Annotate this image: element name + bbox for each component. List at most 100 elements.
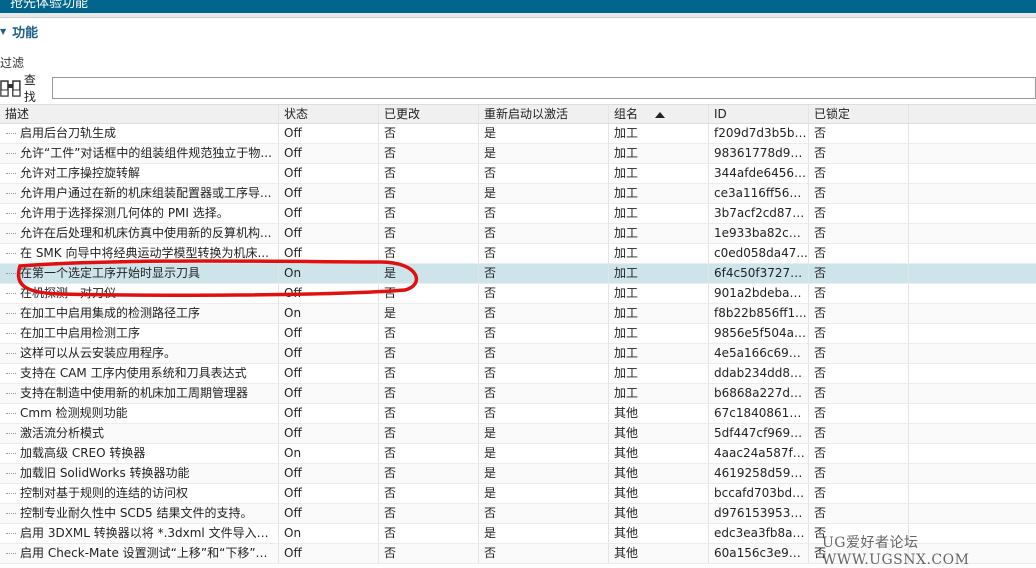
cell-locked: 否 bbox=[809, 344, 909, 363]
section-header-features[interactable]: ▼ 功能 bbox=[0, 22, 38, 41]
cell-text: 激活流分析模式 bbox=[20, 426, 105, 440]
table-row[interactable]: 在加工中启用检测工序 Off 否 否 加工 9856e5f504a5... 否 bbox=[0, 324, 1036, 344]
table-row[interactable]: 在第一个选定工序开始时显示刀具 On 是 否 加工 6f4c50f3727d... 否 bbox=[0, 264, 1036, 284]
cell-text: 加工 bbox=[614, 306, 639, 320]
cell-group: 其他 bbox=[609, 424, 709, 443]
table-row[interactable]: 加载旧 SolidWorks 转换器功能 Off 否 是 其他 4619258d59c..… bbox=[0, 464, 1036, 484]
cell-restart: 否 bbox=[479, 404, 609, 423]
column-header-changed[interactable]: 已更改 bbox=[379, 105, 479, 123]
cell-id: 4619258d59c... bbox=[709, 464, 809, 483]
cell-group: 加工 bbox=[609, 364, 709, 383]
cell-restart: 是 bbox=[479, 444, 609, 463]
table-row[interactable]: 支持在 CAM 工序内使用系统和刀具表达式 Off 否 否 加工 ddab234dd80.… bbox=[0, 364, 1036, 384]
cell-text: ddab234dd80... bbox=[714, 366, 809, 380]
tree-connector bbox=[6, 513, 16, 514]
column-header-group[interactable]: 组名 bbox=[609, 105, 709, 123]
cell-restart: 否 bbox=[479, 164, 609, 183]
cell-text: Off bbox=[284, 146, 302, 160]
cell-text: Off bbox=[284, 506, 302, 520]
cell-locked: 否 bbox=[809, 484, 909, 503]
cell-empty bbox=[909, 264, 1036, 283]
cell-restart: 否 bbox=[479, 344, 609, 363]
cell-changed: 否 bbox=[379, 144, 479, 163]
cell-text: 加工 bbox=[614, 246, 639, 260]
cell-text: 这样可以从云安装应用程序。 bbox=[20, 346, 177, 360]
cell-text: 允许用于选择探测几何体的 PMI 选择。 bbox=[20, 206, 229, 220]
table-row[interactable]: 在 SMK 向导中将经典运动学模型转换为机床... Off 否 否 加工 c0ed058d… bbox=[0, 244, 1036, 264]
cell-changed: 否 bbox=[379, 164, 479, 183]
cell-id: d976153953e... bbox=[709, 504, 809, 523]
table-row[interactable]: 启用后台刀轨生成 Off 否 是 加工 f209d7d3b5bf... 否 bbox=[0, 124, 1036, 144]
table-row[interactable]: 允许用于选择探测几何体的 PMI 选择。 Off 否 否 加工 3b7acf2cd873.… bbox=[0, 204, 1036, 224]
cell-text: Off bbox=[284, 386, 302, 400]
column-header-locked[interactable]: 已锁定 bbox=[809, 105, 909, 123]
cell-locked: 否 bbox=[809, 444, 909, 463]
table-row[interactable]: 激活流分析模式 Off 否 是 其他 5df447cf9690... 否 bbox=[0, 424, 1036, 444]
cell-empty bbox=[909, 324, 1036, 343]
cell-text: Off bbox=[284, 186, 302, 200]
table-row[interactable]: 加载高级 CREO 转换器 On 否 是 其他 4aac24a587fd... 否 bbox=[0, 444, 1036, 464]
cell-empty bbox=[909, 504, 1036, 523]
cell-description: 这样可以从云安装应用程序。 bbox=[0, 344, 279, 363]
cell-text: 其他 bbox=[614, 426, 639, 440]
table-row[interactable]: 这样可以从云安装应用程序。 Off 否 否 加工 4e5a166c6950... 否 bbox=[0, 344, 1036, 364]
filter-label: 过滤 bbox=[0, 56, 25, 70]
cell-restart: 否 bbox=[479, 384, 609, 403]
cell-text: 否 bbox=[484, 506, 497, 520]
cell-text: 否 bbox=[814, 186, 827, 200]
tree-connector bbox=[6, 473, 16, 474]
table-row[interactable]: 在加工中启用集成的检测路径工序 On 是 否 加工 f8b22b856ff1... 否 bbox=[0, 304, 1036, 324]
search-input[interactable] bbox=[51, 77, 1036, 99]
table-row[interactable]: 控制对基于规则的连结的访问权 Off 否 是 其他 bccafd703bd9... 否 bbox=[0, 484, 1036, 504]
cell-restart: 是 bbox=[479, 484, 609, 503]
title-bar: 抢先体验功能 bbox=[0, 0, 1036, 13]
cell-id: 4e5a166c6950... bbox=[709, 344, 809, 363]
column-header-description[interactable]: 描述 bbox=[0, 105, 279, 123]
cell-locked: 否 bbox=[809, 244, 909, 263]
cell-description: 允许在后处理和机床仿真中使用新的反算机构... bbox=[0, 224, 279, 243]
tree-connector bbox=[6, 173, 16, 174]
column-header-restart[interactable]: 重新启动以激活 bbox=[479, 105, 609, 123]
table-row[interactable]: 在机探测 - 对刀仪 Off 否 否 加工 901a2bdeba1... 否 bbox=[0, 284, 1036, 304]
column-header-status[interactable]: 状态 bbox=[279, 105, 379, 123]
cell-text: 加工 bbox=[614, 366, 639, 380]
cell-id: ce3a116ff563... bbox=[709, 184, 809, 203]
cell-locked: 否 bbox=[809, 144, 909, 163]
collapse-triangle-icon[interactable]: ▼ bbox=[0, 27, 6, 36]
cell-changed: 否 bbox=[379, 504, 479, 523]
cell-empty bbox=[909, 484, 1036, 503]
cell-locked: 否 bbox=[809, 364, 909, 383]
cell-changed: 否 bbox=[379, 524, 479, 543]
cell-restart: 是 bbox=[479, 144, 609, 163]
cell-changed: 是 bbox=[379, 304, 479, 323]
cell-text: edc3ea3fb8a4... bbox=[714, 526, 809, 540]
table-row[interactable]: 允许用户通过在新的机床组装配置器或工序导... Off 否 是 加工 ce3a116ff5… bbox=[0, 184, 1036, 204]
cell-text: On bbox=[284, 266, 302, 280]
table-row[interactable]: 允许对工序操控旋转解 Off 否 否 加工 344afde64564... 否 bbox=[0, 164, 1036, 184]
cell-empty bbox=[909, 364, 1036, 383]
column-header-id[interactable]: ID bbox=[709, 105, 809, 123]
table-row[interactable]: Cmm 检测规则功能 Off 否 否 其他 67c18408615c... 否 bbox=[0, 404, 1036, 424]
cell-description: 启用后台刀轨生成 bbox=[0, 124, 279, 143]
table-row[interactable]: 控制专业耐久性中 SCD5 结果文件的支持。 Off 否 否 其他 d976153953e… bbox=[0, 504, 1036, 524]
cell-text: Off bbox=[284, 246, 302, 260]
cell-group: 加工 bbox=[609, 224, 709, 243]
cell-text: 是 bbox=[484, 446, 497, 460]
tree-connector bbox=[6, 213, 16, 214]
cell-restart: 否 bbox=[479, 504, 609, 523]
table-row[interactable]: 允许在后处理和机床仿真中使用新的反算机构... Off 否 否 加工 1e933ba82c… bbox=[0, 224, 1036, 244]
cell-text: 否 bbox=[384, 466, 397, 480]
cell-text: 否 bbox=[484, 366, 497, 380]
cell-description: 在 SMK 向导中将经典运动学模型转换为机床... bbox=[0, 244, 279, 263]
cell-locked: 否 bbox=[809, 124, 909, 143]
column-header-empty bbox=[909, 105, 1036, 123]
table-row[interactable]: 支持在制造中使用新的机床加工周期管理器 Off 否 否 加工 b6868a227d6...… bbox=[0, 384, 1036, 404]
cell-text: Off bbox=[284, 466, 302, 480]
cell-group: 其他 bbox=[609, 484, 709, 503]
table-row[interactable]: 允许“工件”对话框中的组装组件规范独立于物... Off 否 是 加工 98361778d… bbox=[0, 144, 1036, 164]
cell-changed: 否 bbox=[379, 464, 479, 483]
cell-empty bbox=[909, 344, 1036, 363]
cell-text: 344afde64564... bbox=[714, 166, 809, 180]
cell-id: 901a2bdeba1... bbox=[709, 284, 809, 303]
cell-text: 98361778d99... bbox=[714, 146, 809, 160]
